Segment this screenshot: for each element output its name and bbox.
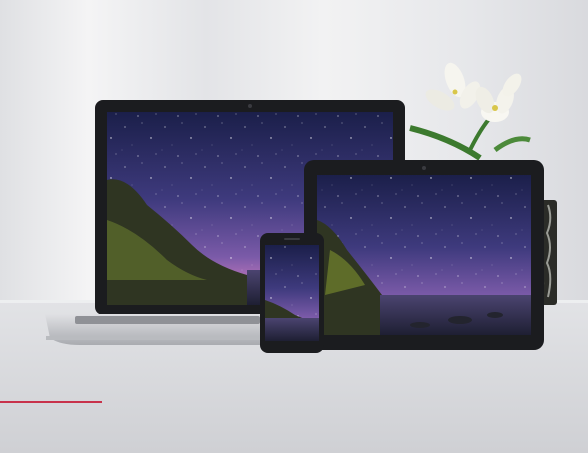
phone-icon	[260, 233, 324, 353]
tablet-icon	[304, 160, 544, 350]
accent-line	[0, 401, 102, 403]
device-showcase-scene	[0, 0, 588, 453]
scene-illustration	[0, 0, 588, 453]
